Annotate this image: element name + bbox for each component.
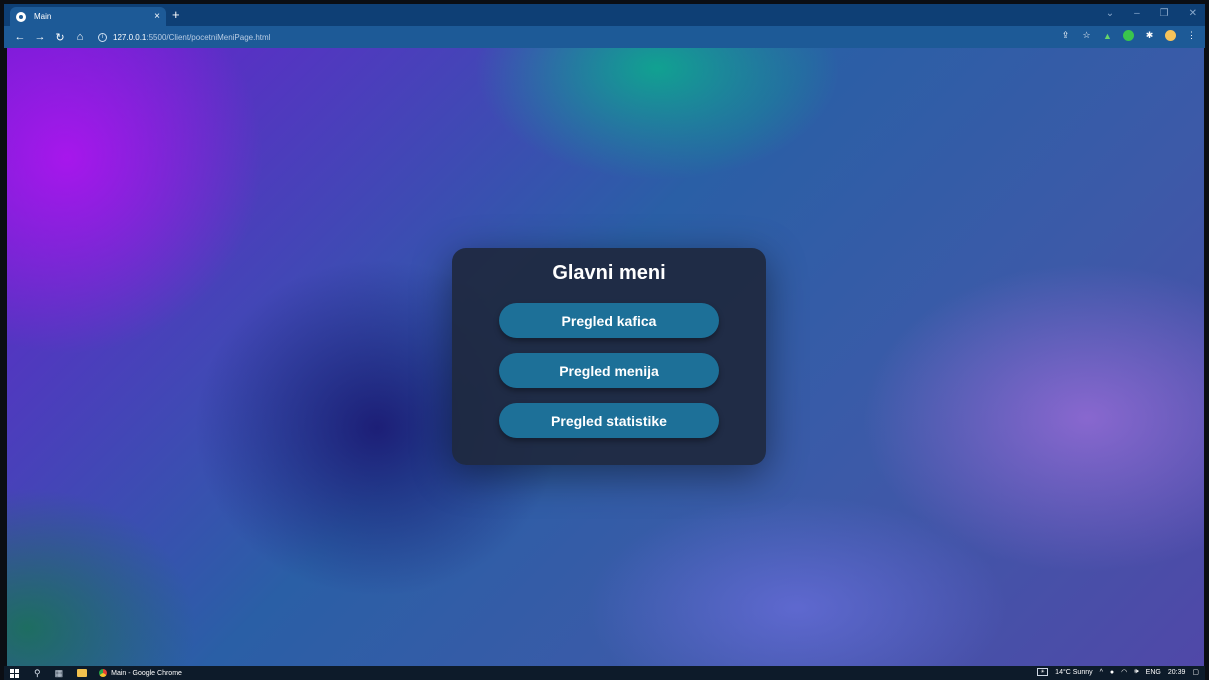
- globe-icon: [16, 11, 26, 22]
- weather-icon[interactable]: ☀: [1037, 668, 1049, 676]
- browser-toolbar: ← → ↻ ⌂ i 127.0.0.1 :5500/Client/pocetni…: [4, 26, 1205, 48]
- language-indicator[interactable]: ENG: [1146, 669, 1161, 676]
- screen: Main × + ⌄ – ❐ ✕ ← → ↻ ⌂ i 127.0.0.1 :55…: [0, 0, 1209, 680]
- bookmark-star-icon[interactable]: ☆: [1081, 30, 1092, 41]
- extensions-puzzle-icon[interactable]: ✱: [1144, 30, 1155, 41]
- volume-icon[interactable]: 🕪: [1134, 668, 1138, 676]
- main-menu-card: Glavni meni Pregled kafica Pregled menij…: [452, 248, 766, 465]
- extension-icons: ⇪ ☆ ▲ ✱ ⋮: [1060, 30, 1197, 41]
- close-window-button[interactable]: ✕: [1189, 8, 1197, 19]
- pregled-menija-button[interactable]: Pregled menija: [499, 353, 719, 388]
- notifications-icon[interactable]: ▢: [1192, 668, 1199, 676]
- forward-arrow-icon[interactable]: →: [30, 31, 50, 43]
- new-tab-button[interactable]: +: [172, 8, 180, 22]
- share-icon[interactable]: ⇪: [1060, 30, 1071, 41]
- file-explorer-icon[interactable]: [77, 669, 88, 677]
- browser-tab-bar: Main × + ⌄ – ❐ ✕: [4, 4, 1205, 26]
- close-tab-icon[interactable]: ×: [154, 11, 160, 22]
- wifi-icon[interactable]: ◠: [1121, 668, 1127, 676]
- address-bar[interactable]: i 127.0.0.1 :5500/Client/pocetniMeniPage…: [98, 32, 271, 42]
- home-icon[interactable]: ⌂: [70, 31, 90, 43]
- back-arrow-icon[interactable]: ←: [10, 31, 30, 43]
- restore-button[interactable]: ❐: [1160, 8, 1169, 19]
- search-icon[interactable]: ⚲: [34, 668, 41, 679]
- site-info-icon[interactable]: i: [98, 32, 107, 42]
- weather-text[interactable]: 14°C Sunny: [1055, 669, 1092, 676]
- network-app-icon[interactable]: ●: [1110, 669, 1114, 676]
- chrome-icon: [99, 669, 108, 677]
- pregled-kafica-button[interactable]: Pregled kafica: [499, 303, 719, 338]
- minimize-button[interactable]: –: [1134, 8, 1140, 19]
- system-tray: ☀ 14°C Sunny ^ ● ◠ 🕪 ENG 20:39 ▢: [1037, 668, 1199, 676]
- browser-tab-main[interactable]: Main ×: [10, 7, 166, 26]
- windows-taskbar: ⚲ ▦ Main - Google Chrome ☀ 14°C Sunny ^ …: [4, 666, 1205, 680]
- windows-start-icon[interactable]: [10, 668, 20, 678]
- page-background: Glavni meni Pregled kafica Pregled menij…: [7, 48, 1204, 666]
- pregled-statistike-button[interactable]: Pregled statistike: [499, 403, 719, 438]
- url-host: 127.0.0.1: [113, 32, 147, 42]
- profile-avatar-icon[interactable]: [1165, 30, 1176, 41]
- taskbar-chrome-app[interactable]: Main - Google Chrome: [99, 669, 182, 677]
- drive-extension-icon[interactable]: ▲: [1102, 30, 1113, 41]
- tab-search-icon[interactable]: ⌄: [1106, 8, 1114, 19]
- taskbar-app-label: Main - Google Chrome: [111, 669, 182, 677]
- menu-dots-icon[interactable]: ⋮: [1186, 30, 1197, 41]
- tray-chevron-icon[interactable]: ^: [1100, 669, 1103, 676]
- green-extension-icon[interactable]: [1123, 30, 1134, 41]
- window-controls: ⌄ – ❐ ✕: [1106, 8, 1197, 19]
- menu-title: Glavni meni: [552, 262, 666, 284]
- reload-icon[interactable]: ↻: [50, 31, 70, 44]
- tab-title: Main: [34, 12, 52, 21]
- url-path: :5500/Client/pocetniMeniPage.html: [146, 32, 271, 42]
- clock[interactable]: 20:39: [1168, 669, 1186, 676]
- task-view-icon[interactable]: ▦: [55, 668, 64, 679]
